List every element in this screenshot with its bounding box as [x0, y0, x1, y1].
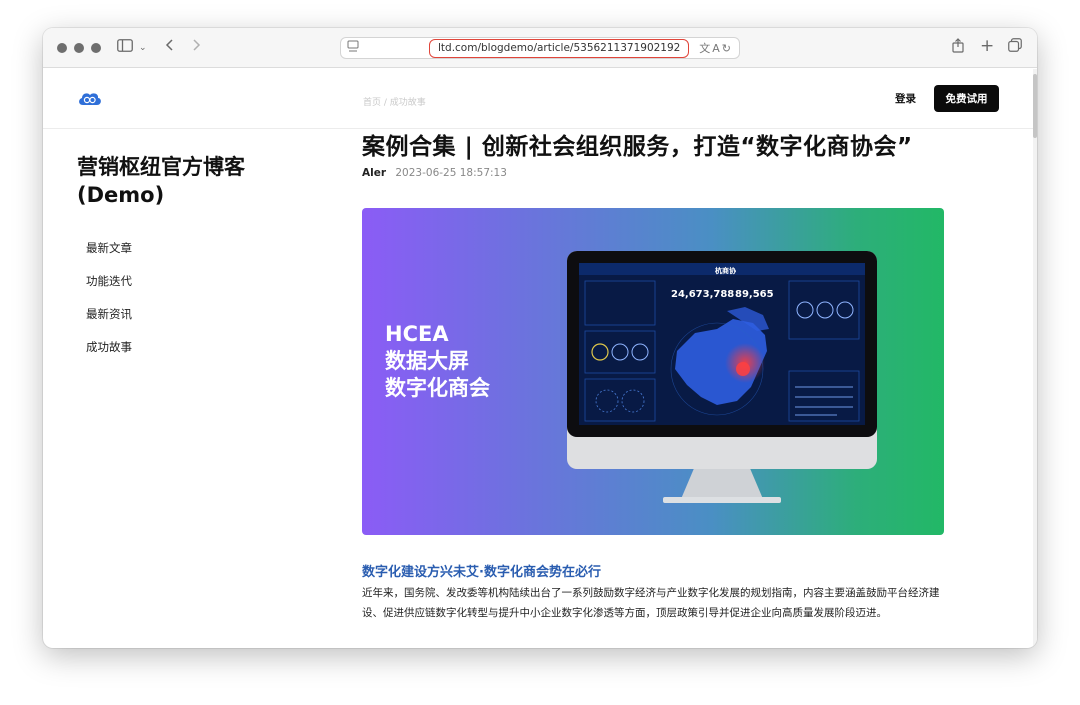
- sidebar-toggle-icon[interactable]: [117, 38, 133, 58]
- tab-group-chevron-icon[interactable]: ⌄: [139, 38, 147, 58]
- sidebar-item-latest-articles[interactable]: 最新文章: [86, 239, 132, 272]
- article-meta: Aler 2023-06-25 18:57:13: [362, 167, 507, 179]
- forward-icon[interactable]: [191, 38, 201, 58]
- close-window-button[interactable]: [57, 43, 67, 53]
- web-page: 首页 / 成功故事 登录 免费试用 案例合集 | 创新社会组织服务，打造“数字化…: [43, 69, 1037, 648]
- window-controls: [57, 43, 101, 53]
- screen-stat: 24,673,788: [671, 289, 734, 300]
- sidebar-item-feature-updates[interactable]: 功能迭代: [86, 272, 132, 305]
- reload-icon[interactable]: ↻: [722, 42, 733, 55]
- translate-icon[interactable]: 文A: [699, 42, 722, 55]
- login-link[interactable]: 登录: [895, 91, 916, 106]
- tab-overview-icon[interactable]: [1008, 38, 1022, 58]
- minimize-window-button[interactable]: [74, 43, 84, 53]
- new-tab-icon[interactable]: +: [980, 36, 994, 56]
- article-paragraph: 近年来，国务院、发改委等机构陆续出台了一系列鼓励数字经济与产业数字化发展的规划指…: [362, 587, 940, 619]
- hero-title-line: HCEA: [385, 322, 449, 346]
- hero-title-line: 数据大屏: [385, 349, 469, 373]
- url-text[interactable]: ltd.com/blogdemo/article/535621137190219…: [429, 39, 690, 58]
- hero-title: HCEA 数据大屏 数字化商会: [385, 321, 555, 402]
- breadcrumb[interactable]: 首页 / 成功故事: [363, 95, 426, 108]
- scrollbar-thumb[interactable]: [1033, 74, 1037, 138]
- browser-window: ⌄ ltd.com/blogdemo/article/5356211371902…: [43, 28, 1037, 648]
- sidebar-item-latest-news[interactable]: 最新资讯: [86, 305, 132, 338]
- article-title: 案例合集 | 创新社会组织服务，打造“数字化商协会”: [362, 134, 913, 160]
- hero-image: HCEA 数据大屏 数字化商会 杭商协 24,673,788 89,565: [362, 208, 944, 535]
- page-menu-icon[interactable]: [347, 40, 359, 57]
- screen-brand: 杭商协: [715, 266, 736, 275]
- zoom-window-button[interactable]: [91, 43, 101, 53]
- site-header: 首页 / 成功故事 登录 免费试用: [43, 69, 1033, 129]
- share-icon[interactable]: [952, 38, 964, 59]
- monitor-illustration: 杭商协 24,673,788 89,565: [567, 251, 877, 503]
- address-bar[interactable]: ltd.com/blogdemo/article/535621137190219…: [340, 37, 740, 59]
- cloud-logo-icon[interactable]: [77, 91, 103, 111]
- sidebar-item-success-stories[interactable]: 成功故事: [86, 338, 132, 371]
- sidebar-nav: 最新文章 功能迭代 最新资讯 成功故事: [86, 239, 132, 371]
- blog-title[interactable]: 营销枢纽官方博客(Demo): [77, 153, 297, 209]
- hero-title-line: 数字化商会: [385, 376, 490, 400]
- back-icon[interactable]: [165, 38, 175, 58]
- article-date: 2023-06-25 18:57:13: [395, 167, 507, 179]
- page-scrollbar[interactable]: [1033, 69, 1037, 648]
- screen-stat: 89,565: [735, 289, 774, 300]
- section-heading: 数字化建设方兴未艾·数字化商会势在必行: [362, 565, 601, 580]
- article-author[interactable]: Aler: [362, 167, 386, 179]
- browser-toolbar: ⌄ ltd.com/blogdemo/article/5356211371902…: [43, 28, 1037, 68]
- free-trial-button[interactable]: 免费试用: [934, 85, 999, 112]
